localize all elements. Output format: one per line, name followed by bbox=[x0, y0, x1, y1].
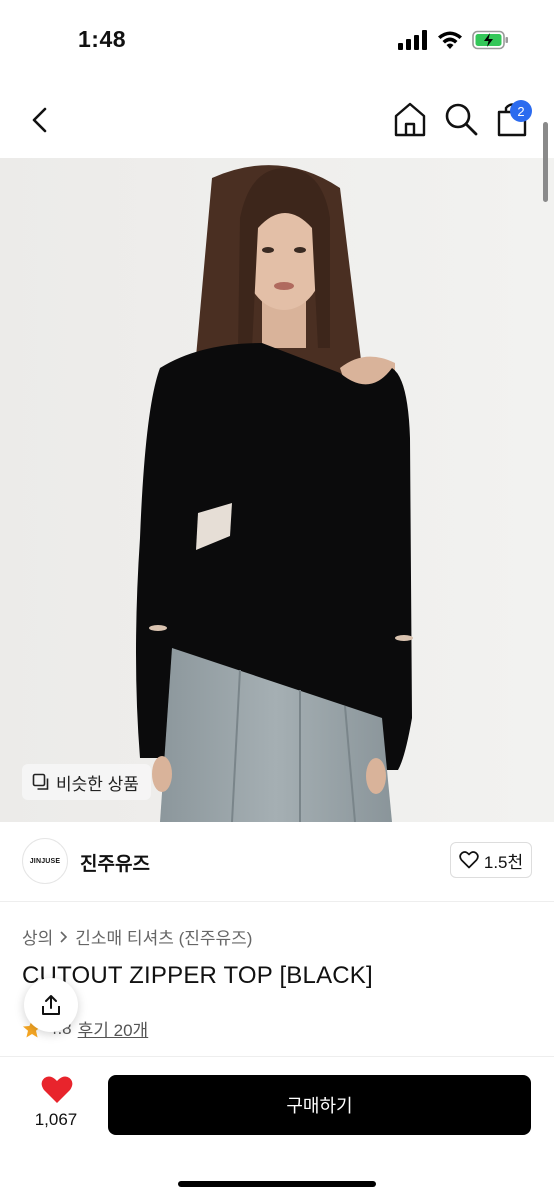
buy-button-label: 구매하기 bbox=[286, 1096, 353, 1116]
model-photo bbox=[0, 158, 554, 822]
status-icons bbox=[398, 30, 510, 50]
cart-count-badge: 2 bbox=[510, 100, 532, 122]
brand-logo-text: JINJUSE bbox=[29, 857, 61, 865]
brand-like-count: 1.5천 bbox=[483, 852, 524, 872]
chevron-right-icon bbox=[60, 930, 68, 943]
heart-filled-icon[interactable] bbox=[40, 1075, 74, 1105]
home-indicator bbox=[178, 1181, 376, 1187]
status-bar: 1:48 bbox=[0, 0, 554, 84]
heart-outline-icon bbox=[459, 851, 479, 869]
reviews-link[interactable]: 후기 20개 bbox=[78, 1016, 149, 1041]
nav-bar bbox=[0, 84, 554, 158]
status-time: 1:48 bbox=[78, 26, 127, 52]
brand-logo[interactable]: JINJUSE bbox=[22, 838, 68, 884]
wifi-icon bbox=[438, 31, 462, 49]
search-icon[interactable] bbox=[442, 100, 480, 138]
wish-count: 1,067 bbox=[34, 1110, 78, 1129]
breadcrumb-category[interactable]: 상의 bbox=[22, 924, 53, 949]
buy-button[interactable]: 구매하기 bbox=[108, 1075, 531, 1135]
breadcrumb-subcategory[interactable]: 긴소매 티셔츠 (진주유즈) bbox=[75, 924, 252, 949]
back-chevron-icon[interactable] bbox=[22, 102, 58, 138]
copy-icon bbox=[32, 773, 49, 790]
bottom-action-bar: 1,067 구매하기 bbox=[0, 1056, 554, 1200]
brand-like-button[interactable]: 1.5천 bbox=[450, 842, 532, 878]
brand-row: JINJUSE 진주유즈 1.5천 bbox=[0, 822, 554, 902]
similar-products-label: 비슷한 상품 bbox=[56, 774, 139, 794]
brand-name[interactable]: 진주유즈 bbox=[80, 849, 150, 876]
battery-charging-icon bbox=[472, 30, 508, 50]
product-image[interactable] bbox=[0, 158, 554, 822]
product-title: CUTOUT ZIPPER TOP [BLACK] bbox=[22, 962, 373, 989]
home-icon[interactable] bbox=[392, 100, 428, 140]
share-icon bbox=[42, 995, 60, 1015]
breadcrumb: 상의 긴소매 티셔츠 (진주유즈) bbox=[22, 924, 252, 949]
share-button[interactable] bbox=[24, 978, 78, 1032]
similar-products-button[interactable]: 비슷한 상품 bbox=[22, 764, 151, 800]
scrollbar[interactable] bbox=[543, 122, 548, 202]
signal-icon bbox=[398, 30, 427, 50]
